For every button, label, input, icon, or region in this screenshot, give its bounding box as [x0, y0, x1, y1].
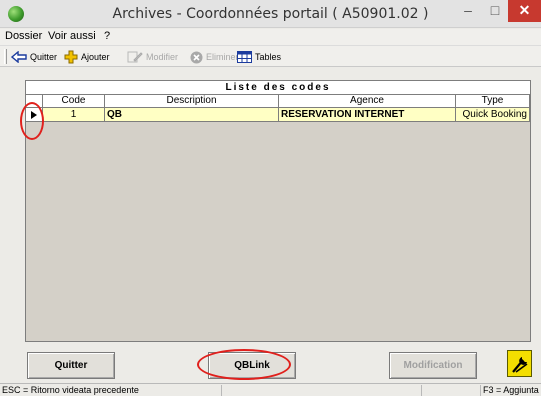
column-header-description[interactable]: Description: [105, 95, 279, 108]
toolbar-modify-label: Modifier: [146, 52, 179, 62]
add-plus-icon: [64, 50, 78, 64]
table-grid-icon: [237, 51, 252, 63]
toolbar-quit-label: Quitter: [30, 52, 58, 62]
codes-grid[interactable]: Liste des codes Code Description Agence …: [25, 80, 531, 342]
close-button[interactable]: ✕: [508, 0, 541, 22]
status-left: ESC = Ritorno videata precedente: [0, 385, 222, 396]
status-middle: [222, 385, 422, 396]
status-right: F3 = Aggiunta: [480, 385, 541, 396]
menu-help[interactable]: ?: [104, 30, 110, 42]
back-arrow-icon: [11, 51, 27, 63]
qblink-button[interactable]: QBLink: [208, 352, 296, 379]
toolbar: Quitter Ajouter Modifier Eliminer Tables: [0, 45, 541, 67]
cell-description[interactable]: QB: [105, 108, 279, 122]
column-header-code[interactable]: Code: [43, 95, 105, 108]
row-selector[interactable]: [26, 108, 43, 122]
grid-caption: Liste des codes: [26, 81, 530, 95]
status-bar: ESC = Ritorno videata precedente F3 = Ag…: [0, 383, 541, 396]
menu-voir-aussi[interactable]: Voir aussi: [48, 30, 96, 42]
title-bar: Archives - Coordonnées portail ( A50901.…: [0, 0, 541, 28]
toolbar-modify-button[interactable]: Modifier: [127, 49, 178, 65]
delete-x-icon: [190, 51, 203, 64]
column-header-type[interactable]: Type: [456, 95, 530, 108]
quit-button[interactable]: Quitter: [27, 352, 115, 379]
menu-dossier[interactable]: Dossier: [5, 30, 42, 42]
row-pointer-icon: [31, 111, 37, 119]
grid-corner: [26, 95, 43, 108]
maximize-button[interactable]: □: [482, 0, 508, 22]
cell-code[interactable]: 1: [43, 108, 105, 122]
toolbar-add-button[interactable]: Ajouter: [64, 49, 110, 65]
toolbar-tables-label: Tables: [255, 52, 282, 62]
minimize-button[interactable]: –: [454, 0, 482, 22]
toolbar-quit-button[interactable]: Quitter: [11, 49, 57, 65]
toolbar-grip: [4, 49, 7, 64]
toolbar-delete-label: Eliminer: [206, 52, 239, 62]
tools-button[interactable]: [507, 350, 532, 377]
modification-button[interactable]: Modification: [389, 352, 477, 379]
edit-pencil-icon: [127, 50, 143, 64]
menu-bar: Dossier Voir aussi ?: [0, 29, 541, 45]
toolbar-add-label: Ajouter: [81, 52, 110, 62]
cell-agence[interactable]: RESERVATION INTERNET: [279, 108, 456, 122]
column-header-agence[interactable]: Agence: [279, 95, 456, 108]
toolbar-delete-button[interactable]: Eliminer: [190, 49, 239, 65]
cell-type[interactable]: Quick Booking: [456, 108, 530, 122]
toolbar-tables-button[interactable]: Tables: [237, 49, 281, 65]
